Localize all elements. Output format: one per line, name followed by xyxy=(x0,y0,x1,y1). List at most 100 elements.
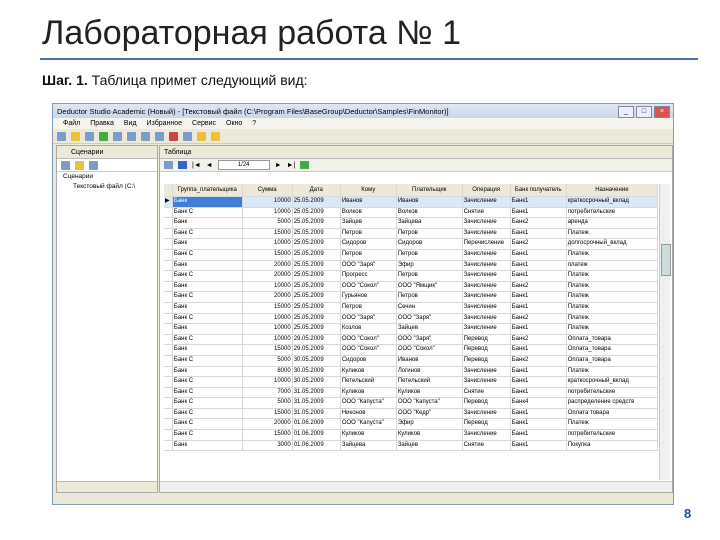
table-cell[interactable]: Банк xyxy=(173,440,243,451)
table-row[interactable]: Банк С 5000 31.05.2009 ООО "Капуста" ООО "Ка… xyxy=(164,398,659,409)
table-cell[interactable]: ООО "Сокол" xyxy=(341,345,397,355)
table-cell[interactable]: Банк1 xyxy=(511,302,567,313)
view-icon[interactable] xyxy=(164,161,173,169)
help-icon[interactable] xyxy=(211,131,220,141)
menu-item[interactable]: Вид xyxy=(124,120,137,127)
table-cell[interactable]: Перевод xyxy=(463,334,511,345)
table-cell[interactable]: 25.05.2009 xyxy=(293,292,341,302)
table-row[interactable]: Банк С 10000 30.05.2009 Петельский Петельски… xyxy=(164,377,659,388)
table-cell[interactable]: Платеж xyxy=(567,366,659,377)
table-cell[interactable]: Банк xyxy=(173,302,243,313)
table-cell[interactable]: ООО "Заря" xyxy=(397,334,463,345)
table-row[interactable]: Банк С 10000 29.05.2009 ООО "Сокол" ООО "Зар… xyxy=(164,334,659,346)
table-row[interactable]: Банк 10000 25.05.2009 ООО "Сокол" ООО "Ямщик… xyxy=(164,281,659,293)
table-cell[interactable]: распределение средств xyxy=(567,398,659,408)
table-row[interactable]: Банк 10000 25.05.2009 Сидоров Сидоров Перечис… xyxy=(164,239,659,250)
import-icon[interactable] xyxy=(75,160,84,170)
table-row[interactable]: Банк 15000 29.05.2009 ООО "Сокол" ООО "Сокол… xyxy=(164,345,659,356)
table-cell[interactable]: Платеж xyxy=(567,292,659,302)
cut-icon[interactable] xyxy=(113,131,122,141)
table-cell[interactable]: Банк xyxy=(173,218,243,228)
table-cell[interactable]: Банк2 xyxy=(511,313,567,324)
table-cell[interactable]: ООО "Капуста" xyxy=(341,419,397,430)
table-cell[interactable]: Покупка xyxy=(567,440,659,451)
table-cell[interactable]: Козлов xyxy=(341,324,397,334)
table-cell[interactable]: 01.06.2009 xyxy=(293,440,341,451)
table-cell[interactable]: 25.05.2009 xyxy=(293,313,341,324)
table-cell[interactable]: Куликов xyxy=(341,366,397,377)
table-cell[interactable]: Зачисление xyxy=(463,281,511,292)
table-cell[interactable]: Платеж xyxy=(567,419,659,430)
table-cell[interactable]: Эфир xyxy=(397,419,463,430)
excel-export-icon[interactable] xyxy=(300,161,310,169)
table-cell[interactable]: Зачисление xyxy=(463,302,511,313)
table-cell[interactable]: Банк1 xyxy=(511,228,567,239)
table-row[interactable]: Банк 15000 25.05.2009 Петров Сечин Зачисление… xyxy=(164,302,659,314)
table-cell[interactable]: Сидоров xyxy=(341,239,397,249)
table-cell[interactable]: 01.06.2009 xyxy=(293,430,341,440)
table-cell[interactable]: 01.06.2009 xyxy=(293,419,341,430)
table-cell[interactable]: 10000 xyxy=(243,207,293,218)
filter-icon[interactable] xyxy=(178,161,187,169)
table-cell[interactable]: ООО "Капуста" xyxy=(341,398,397,408)
table-cell[interactable]: Сечин xyxy=(397,302,463,313)
menu-item[interactable]: Окно xyxy=(226,120,242,127)
table-cell[interactable]: 25.05.2009 xyxy=(293,260,341,271)
table-cell[interactable]: 25.05.2009 xyxy=(293,197,341,207)
table-cell[interactable]: 10000 xyxy=(243,324,293,334)
table-cell[interactable]: Снятие xyxy=(463,440,511,451)
table-cell[interactable]: 25.05.2009 xyxy=(293,228,341,239)
table-cell[interactable]: Банк1 xyxy=(511,324,567,334)
table-icon[interactable] xyxy=(183,131,192,141)
table-cell[interactable]: 20000 xyxy=(243,292,293,302)
table-cell[interactable]: Куликов xyxy=(397,430,463,440)
table-cell[interactable]: Платеж xyxy=(567,313,659,324)
table-cell[interactable]: Зачисление xyxy=(463,271,511,281)
next-record-button[interactable]: ► xyxy=(275,162,282,169)
table-row[interactable]: Банк 5000 25.05.2009 Зайцев Зайцева Зачислени… xyxy=(164,218,659,229)
table-cell[interactable]: Петров xyxy=(397,292,463,302)
table-cell[interactable]: Куликов xyxy=(341,387,397,398)
table-cell[interactable]: аренда xyxy=(567,218,659,228)
table-cell[interactable]: 10000 xyxy=(243,281,293,292)
table-cell[interactable]: 25.05.2009 xyxy=(293,249,341,260)
menu-item[interactable]: Сервис xyxy=(192,120,216,127)
table-cell[interactable]: Платеж xyxy=(567,228,659,239)
table-cell[interactable]: 15000 xyxy=(243,302,293,313)
first-record-button[interactable]: |◄ xyxy=(192,162,201,169)
table-cell[interactable]: Оплата товара xyxy=(567,408,659,419)
table-cell[interactable]: долгосрочный_вклад xyxy=(567,239,659,249)
table-cell[interactable]: Банк2 xyxy=(511,281,567,292)
table-cell[interactable]: Банк1 xyxy=(511,345,567,355)
table-cell[interactable]: Перевод xyxy=(463,355,511,366)
table-cell[interactable]: Банк xyxy=(173,324,243,334)
table-cell[interactable]: Банк1 xyxy=(511,419,567,430)
table-cell[interactable]: Банк1 xyxy=(511,387,567,398)
column-header[interactable]: Операция xyxy=(463,184,511,196)
column-header[interactable]: Сумма xyxy=(243,184,293,196)
table-cell[interactable]: Зайцев xyxy=(397,440,463,451)
table-cell[interactable]: Оплата_товара xyxy=(567,355,659,366)
table-cell[interactable]: 31.05.2009 xyxy=(293,398,341,408)
table-cell[interactable]: Зайцев xyxy=(397,324,463,334)
table-cell[interactable]: Банк С xyxy=(173,419,243,430)
table-cell[interactable]: Банк С xyxy=(173,313,243,324)
table-row[interactable]: Банк С 20000 01.06.2009 ООО "Капуста" Эфир Пе… xyxy=(164,419,659,431)
table-cell[interactable]: 31.05.2009 xyxy=(293,387,341,398)
table-cell[interactable]: 29.05.2009 xyxy=(293,334,341,345)
table-cell[interactable]: Прогресс xyxy=(341,271,397,281)
table-cell[interactable]: 10000 xyxy=(243,334,293,345)
table-cell[interactable]: 30.05.2009 xyxy=(293,355,341,366)
table-cell[interactable]: Банк1 xyxy=(511,377,567,387)
table-cell[interactable]: платеж xyxy=(567,260,659,271)
table-cell[interactable]: Зачисление xyxy=(463,249,511,260)
table-cell[interactable]: Куликов xyxy=(397,387,463,398)
favorite-icon[interactable] xyxy=(197,131,206,141)
table-cell[interactable]: Банк2 xyxy=(511,334,567,345)
table-cell[interactable]: Банк С xyxy=(173,228,243,239)
table-cell[interactable]: Петров xyxy=(341,249,397,260)
table-cell[interactable]: Иванов xyxy=(397,355,463,366)
table-cell[interactable]: Банк С xyxy=(173,271,243,281)
table-cell[interactable]: Зайцев xyxy=(341,218,397,228)
table-cell[interactable]: Гурьянов xyxy=(341,292,397,302)
